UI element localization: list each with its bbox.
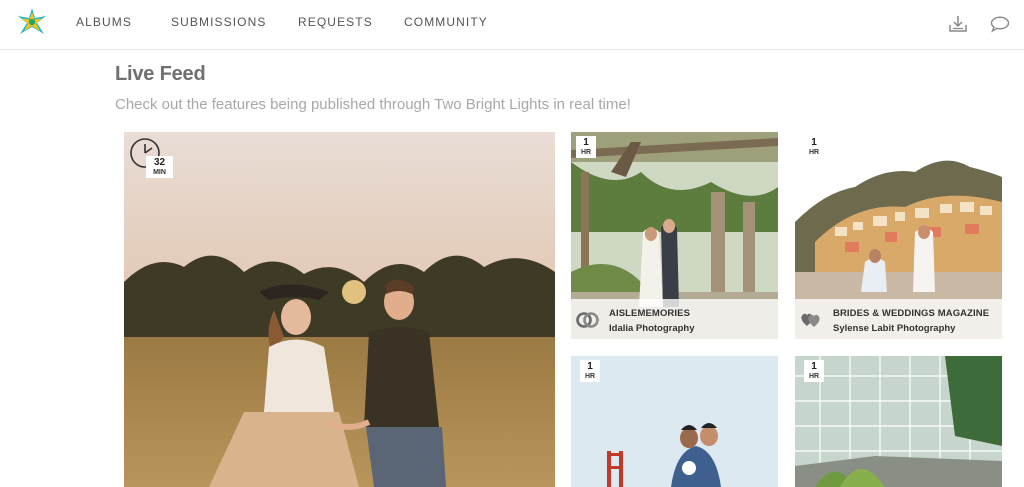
time-value: 32 bbox=[153, 157, 166, 168]
couple-in-field-photo bbox=[124, 132, 555, 487]
time-unit: HR bbox=[584, 373, 596, 380]
time-unit: MIN bbox=[153, 169, 166, 176]
feature-caption: BRIDES & WEDDINGS MAGAZINE Sylense Labit… bbox=[795, 299, 1002, 339]
feed-card-aislememories[interactable]: 1 HR AISLEMEMORIES Idalia Photography bbox=[571, 132, 778, 339]
time-badge: 1 HR bbox=[804, 360, 824, 382]
time-unit: HR bbox=[808, 149, 820, 156]
time-value: 1 bbox=[811, 361, 817, 372]
time-value: 1 bbox=[811, 137, 817, 148]
nav-requests[interactable]: REQUESTS bbox=[298, 15, 373, 29]
time-unit: HR bbox=[808, 373, 820, 380]
nav-submissions[interactable]: SUBMISSIONS bbox=[171, 15, 266, 29]
time-badge: 32 MIN bbox=[146, 156, 173, 178]
time-value: 1 bbox=[587, 361, 593, 372]
time-badge: 1 HR bbox=[580, 360, 600, 382]
publication-name[interactable]: AISLEMEMORIES bbox=[609, 308, 690, 319]
time-badge: 1 HR bbox=[576, 136, 596, 158]
nav-community[interactable]: COMMUNITY bbox=[404, 15, 488, 29]
star-logo-icon[interactable] bbox=[17, 7, 47, 37]
download-icon[interactable] bbox=[947, 13, 969, 35]
photographer-name[interactable]: Sylense Labit Photography bbox=[833, 323, 955, 334]
feed-card-brides-weddings[interactable]: 1 HR BRIDES & WEDDINGS MAGAZINE Sylense … bbox=[795, 132, 1002, 339]
feed-card-golden-gate[interactable]: 1 HR bbox=[571, 356, 778, 487]
time-badge: 1 HR bbox=[804, 136, 824, 158]
greenhouse-photo bbox=[795, 356, 1002, 487]
rings-icon bbox=[576, 312, 599, 328]
page-title: Live Feed bbox=[115, 63, 206, 85]
feature-caption: AISLEMEMORIES Idalia Photography bbox=[571, 299, 778, 339]
time-value: 1 bbox=[583, 137, 589, 148]
photographer-name[interactable]: Idalia Photography bbox=[609, 323, 695, 334]
two-hearts-icon bbox=[801, 313, 820, 327]
time-unit: HR bbox=[580, 149, 592, 156]
chat-bubble-icon[interactable] bbox=[989, 13, 1011, 35]
page-subtitle: Check out the features being published t… bbox=[115, 96, 631, 113]
feed-card-greenhouse[interactable]: 1 HR bbox=[795, 356, 1002, 487]
golden-gate-couple-photo bbox=[571, 356, 778, 487]
nav-albums[interactable]: ALBUMS bbox=[76, 15, 132, 29]
publication-name[interactable]: BRIDES & WEDDINGS MAGAZINE bbox=[833, 308, 989, 319]
top-navigation-bar: ALBUMS SUBMISSIONS REQUESTS COMMUNITY bbox=[0, 0, 1024, 50]
feed-card-large[interactable]: 32 MIN bbox=[124, 132, 555, 487]
